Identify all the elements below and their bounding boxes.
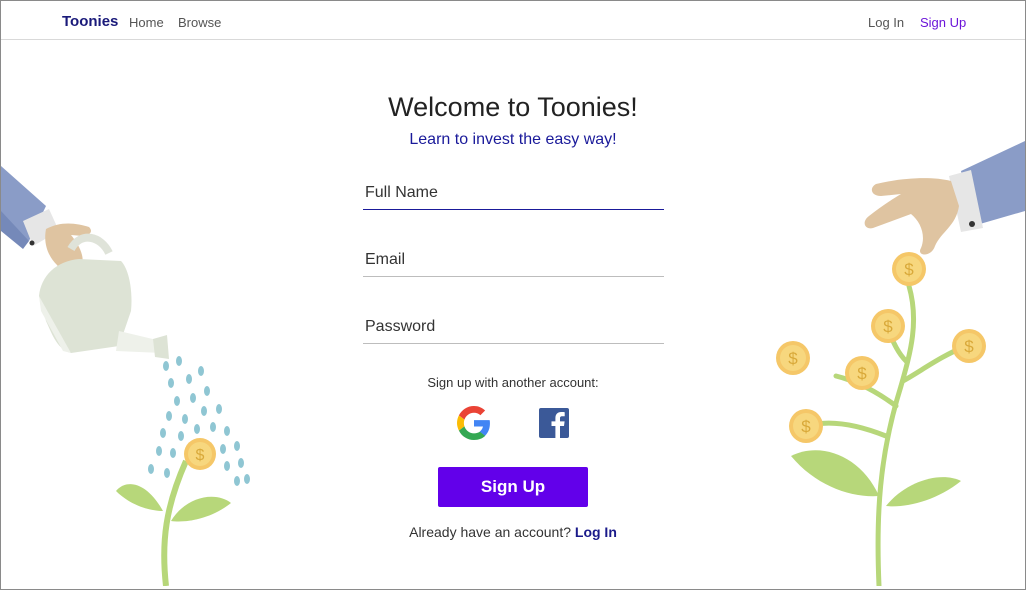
- top-navbar: Toonies Home Browse Log In Sign Up: [1, 1, 1025, 40]
- password-field: [363, 310, 664, 344]
- svg-text:$: $: [801, 417, 811, 436]
- nav-browse-link[interactable]: Browse: [178, 15, 221, 30]
- google-icon[interactable]: [457, 406, 491, 440]
- nav-signup-link[interactable]: Sign Up: [920, 15, 966, 30]
- money-tree-illustration: $ $ $ $ $ $: [776, 141, 1025, 586]
- svg-text:$: $: [196, 447, 205, 464]
- svg-text:$: $: [904, 260, 914, 279]
- nav-login-link[interactable]: Log In: [868, 15, 904, 30]
- facebook-icon[interactable]: [537, 406, 571, 440]
- sign-up-button[interactable]: Sign Up: [438, 467, 588, 507]
- page-title: Welcome to Toonies!: [388, 92, 638, 122]
- svg-text:$: $: [883, 317, 893, 336]
- already-text: Already have an account?: [409, 524, 571, 540]
- dollar-coin-icon: $: [892, 252, 926, 286]
- svg-text:$: $: [964, 337, 974, 356]
- svg-text:$: $: [788, 349, 798, 368]
- email-field: [363, 243, 664, 277]
- email-input[interactable]: [363, 243, 664, 277]
- page-subtitle: Learn to invest the easy way!: [409, 131, 617, 148]
- full-name-input[interactable]: [363, 176, 664, 210]
- nav-home-link[interactable]: Home: [129, 15, 164, 30]
- already-have-account: Already have an account? Log In: [1, 524, 1025, 540]
- login-link[interactable]: Log In: [575, 524, 617, 540]
- brand-logo-link[interactable]: Toonies: [62, 13, 118, 30]
- full-name-field: [363, 176, 664, 210]
- watering-can-illustration: $: [1, 166, 250, 586]
- password-input[interactable]: [363, 310, 664, 344]
- alt-signup-text: Sign up with another account:: [427, 375, 599, 390]
